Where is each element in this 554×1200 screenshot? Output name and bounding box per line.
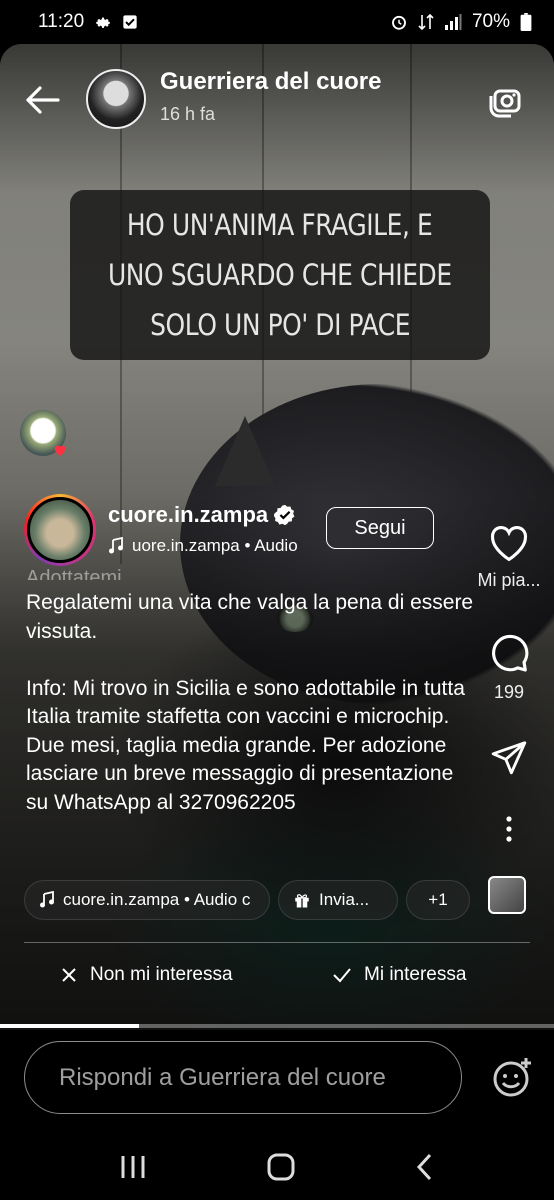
more-vertical-icon[interactable]: [504, 814, 514, 844]
alarm-icon: [392, 15, 406, 30]
story-author-avatar[interactable]: [86, 69, 146, 129]
like-label: Mi pia...: [477, 570, 541, 590]
comment-action[interactable]: 199: [464, 632, 554, 703]
like-action[interactable]: Mi pia...: [464, 524, 554, 591]
screen: 11:20 70% Guerriera del cuore 16 h fa HO…: [0, 0, 554, 1200]
recent-apps-icon[interactable]: [119, 1154, 147, 1180]
system-nav-bar: [0, 1134, 554, 1200]
gear-icon: [96, 17, 110, 28]
chip-row: cuore.in.zampa • Audio c Invia... +1: [24, 880, 470, 920]
audio-chip-label: cuore.in.zampa • Audio c: [63, 890, 251, 909]
audio-chip[interactable]: cuore.in.zampa • Audio c: [24, 880, 270, 920]
emoji-add-icon[interactable]: [490, 1056, 534, 1100]
checkbox-icon: [123, 15, 137, 29]
story-progress: [0, 1024, 554, 1028]
comment-icon[interactable]: [488, 632, 530, 674]
status-bar: 11:20 70%: [0, 0, 554, 44]
status-time: 11:20: [38, 11, 85, 32]
story-author-name[interactable]: Guerriera del cuore: [160, 68, 381, 96]
music-note-icon: [40, 891, 54, 908]
follow-button[interactable]: Segui: [326, 507, 434, 549]
share-action[interactable]: [464, 738, 554, 776]
send-chip[interactable]: Invia...: [278, 880, 398, 920]
not-interested-label: Non mi interessa: [90, 964, 233, 985]
more-action[interactable]: [464, 814, 554, 844]
music-note-icon: [109, 537, 123, 554]
not-interested-button[interactable]: Non mi interessa: [60, 964, 233, 986]
back-arrow-icon[interactable]: [22, 80, 62, 120]
send-chip-label: Invia...: [319, 890, 370, 909]
post-author[interactable]: cuore.in.zampa: [108, 502, 296, 528]
cat-ear: [215, 416, 275, 486]
reply-placeholder: Rispondi a Guerriera del cuore: [59, 1063, 386, 1091]
battery-icon: [520, 13, 532, 31]
divider: [24, 942, 530, 943]
story-progress-fill: [0, 1024, 139, 1028]
caption-partial: Adottatemi.: [26, 567, 128, 580]
story-header: Guerriera del cuore 16 h fa: [0, 66, 554, 136]
close-icon: [62, 968, 76, 982]
post-caption[interactable]: Regalatemi una vita che valga la pena di…: [26, 589, 478, 817]
post-author-avatar[interactable]: [24, 494, 96, 566]
data-icon: [418, 13, 434, 31]
post-audio[interactable]: uore.in.zampa • Audio: [108, 536, 298, 556]
story-time: 16 h fa: [160, 104, 216, 124]
battery-percent: 70%: [471, 11, 510, 32]
quote-line: HO UN'ANIMA FRAGILE, E: [127, 208, 433, 242]
story-view[interactable]: Guerriera del cuore 16 h fa HO UN'ANIMA …: [0, 44, 554, 1030]
post-author-name[interactable]: cuore.in.zampa: [108, 502, 268, 528]
heart-icon[interactable]: [488, 524, 530, 562]
reply-input[interactable]: Rispondi a Guerriera del cuore: [24, 1041, 462, 1114]
audio-thumbnail[interactable]: [488, 876, 526, 914]
interested-label: Mi interessa: [364, 964, 467, 985]
quote-line: SOLO UN PO' DI PACE: [150, 308, 410, 342]
interested-button[interactable]: Mi interessa: [332, 964, 466, 986]
gift-icon: [295, 894, 309, 908]
quote-sticker: HO UN'ANIMA FRAGILE, E UNO SGUARDO CHE C…: [70, 190, 490, 360]
system-back-icon[interactable]: [415, 1152, 435, 1182]
camera-stack-icon[interactable]: [486, 80, 526, 120]
comment-count: 199: [493, 682, 525, 702]
heart-badge-icon: [54, 445, 66, 456]
signal-icon: [444, 14, 462, 30]
check-icon: [333, 968, 351, 983]
audio-label[interactable]: uore.in.zampa • Audio: [132, 536, 298, 556]
more-chip[interactable]: +1: [406, 880, 470, 920]
home-icon[interactable]: [266, 1152, 296, 1182]
more-chip-label: +1: [428, 890, 448, 909]
verified-badge-icon: [274, 504, 295, 526]
send-icon[interactable]: [490, 738, 528, 776]
quote-line: UNO SGUARDO CHE CHIEDE: [108, 258, 452, 292]
